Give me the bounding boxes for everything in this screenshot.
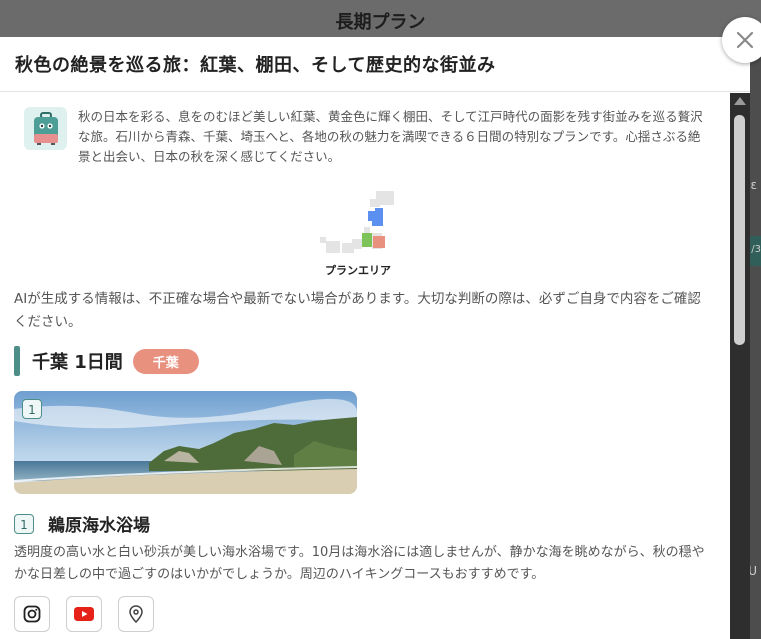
plan-intro-text: 秋の日本を彩る、息をのむほど美しい紅葉、黄金色に輝く棚田、そして江戸時代の面影を… [78, 109, 703, 164]
background-glyph: /3 [751, 244, 761, 255]
map-pin-button[interactable] [118, 596, 154, 632]
background-glyph: ε [750, 178, 758, 192]
modal-title: 秋色の絶景を巡る旅：紅葉、棚田、そして歴史的な街並み [15, 55, 496, 76]
spot-name: 鵜原海水浴場 [48, 516, 150, 536]
close-icon [736, 31, 754, 49]
suitcase-icon [24, 107, 67, 150]
modal-header: 秋色の絶景を巡る旅：紅葉、棚田、そして歴史的な街並み [0, 37, 750, 92]
plan-modal: 秋色の絶景を巡る旅：紅葉、棚田、そして歴史的な街並み 秋の日本を彩る、息をのむほ… [0, 37, 750, 639]
close-button[interactable] [722, 17, 761, 63]
scrollbar-thumb[interactable] [734, 115, 745, 345]
instagram-button[interactable] [14, 596, 50, 632]
spot-description: 透明度の高い水と白い砂浜が美しい海水浴場です。10月は海水浴には適しませんが、静… [14, 545, 705, 582]
day-title: 千葉 1日間 [32, 352, 123, 373]
plan-area-map[interactable]: プランエリア [318, 189, 398, 279]
modal-scroll-content[interactable]: 秋の日本を彩る、息をのむほど美しい紅葉、黄金色に輝く棚田、そして江戸時代の面影を… [0, 93, 730, 639]
scroll-up-arrow-icon[interactable] [734, 97, 746, 105]
map-pin-icon [129, 605, 143, 623]
day-accent-bar [14, 346, 20, 376]
spot-number-badge: 1 [14, 513, 34, 534]
youtube-button[interactable] [66, 596, 102, 632]
prefecture-badge: 千葉 [132, 348, 199, 374]
modal-scrollbar[interactable] [730, 93, 750, 639]
day-section-header: 千葉 1日間 千葉 [14, 346, 199, 376]
youtube-icon [74, 607, 94, 621]
photo-number-badge: 1 [22, 399, 42, 419]
beach-photo-image [14, 391, 357, 494]
instagram-icon [23, 605, 41, 623]
japan-map-icon [320, 191, 394, 253]
spot-header: 1 鵜原海水浴場 [14, 511, 150, 536]
plan-intro: 秋の日本を彩る、息をのむほど美しい紅葉、黄金色に輝く棚田、そして江戸時代の面影を… [24, 107, 704, 167]
spot-photo[interactable]: 1 [14, 391, 357, 494]
ai-disclaimer: AIが生成する情報は、不正確な場合や最新でない場合があります。大切な判断の際は、… [14, 291, 701, 330]
spot-links [14, 596, 154, 632]
plan-area-label: プランエリア [325, 264, 391, 277]
